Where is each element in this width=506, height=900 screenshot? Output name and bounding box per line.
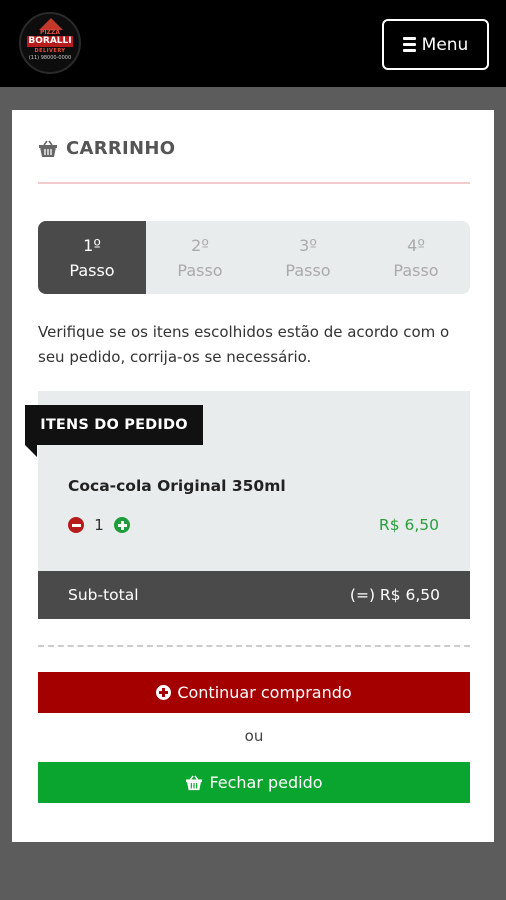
step-label: Passo [69,260,115,280]
item-price: R$ 6,50 [378,516,439,534]
order-items-label: ITENS DO PEDIDO [25,405,203,445]
close-order-label: Fechar pedido [209,773,323,792]
step-3: 3º Passo [254,221,362,294]
label-fold [25,445,37,457]
top-bar: PIZZA BORALLI DELIVERY (11) 98000-0000 M… [0,0,506,87]
subtotal-value: (=) R$ 6,50 [349,586,440,604]
subtotal-bar: Sub-total (=) R$ 6,50 [38,571,470,619]
step-number: 4º [407,235,425,255]
or-text: ou [244,727,264,745]
hamburger-icon [402,37,416,52]
minus-circle-icon[interactable] [68,517,84,533]
step-1: 1º Passo [38,221,146,294]
close-order-button[interactable]: Fechar pedido [38,762,470,803]
instructions-text: Verifique se os itens escolhidos estão d… [38,323,450,366]
step-label: Passo [177,260,223,280]
continue-label: Continuar comprando [177,683,352,702]
step-label: Passo [393,260,439,280]
product-name: Coca-cola Original 350ml [68,477,286,495]
plus-circle-icon [156,685,172,700]
plus-circle-icon[interactable] [114,517,130,533]
step-indicator: 1º Passo 2º Passo 3º Passo 4º Passo [38,221,470,294]
step-2: 2º Passo [146,221,254,294]
dashed-divider [38,645,470,647]
logo-line-1: PIZZA [40,29,60,36]
logo-line-4: (11) 98000-0000 [28,55,72,61]
step-label: Passo [285,260,331,280]
step-number: 2º [191,235,209,255]
basket-icon [39,140,57,157]
basket-icon [186,774,203,790]
logo-line-3: DELIVERY [34,48,66,54]
quantity-value: 1 [94,516,104,534]
step-number: 3º [299,235,317,255]
title-divider [38,182,470,184]
cart-heading: CARRINHO [38,138,175,159]
cart-card: CARRINHO 1º Passo 2º Passo 3º Passo 4º P… [12,110,494,842]
cart-title: CARRINHO [66,138,176,159]
menu-label: Menu [421,34,469,55]
step-4: 4º Passo [362,221,470,294]
quantity-stepper: 1 [68,516,130,534]
step-number: 1º [83,235,101,255]
continue-shopping-button[interactable]: Continuar comprando [38,672,470,713]
logo[interactable]: PIZZA BORALLI DELIVERY (11) 98000-0000 [19,12,81,74]
subtotal-label: Sub-total [68,586,139,604]
menu-button[interactable]: Menu [382,19,489,70]
logo-line-2: BORALLI [27,36,73,47]
